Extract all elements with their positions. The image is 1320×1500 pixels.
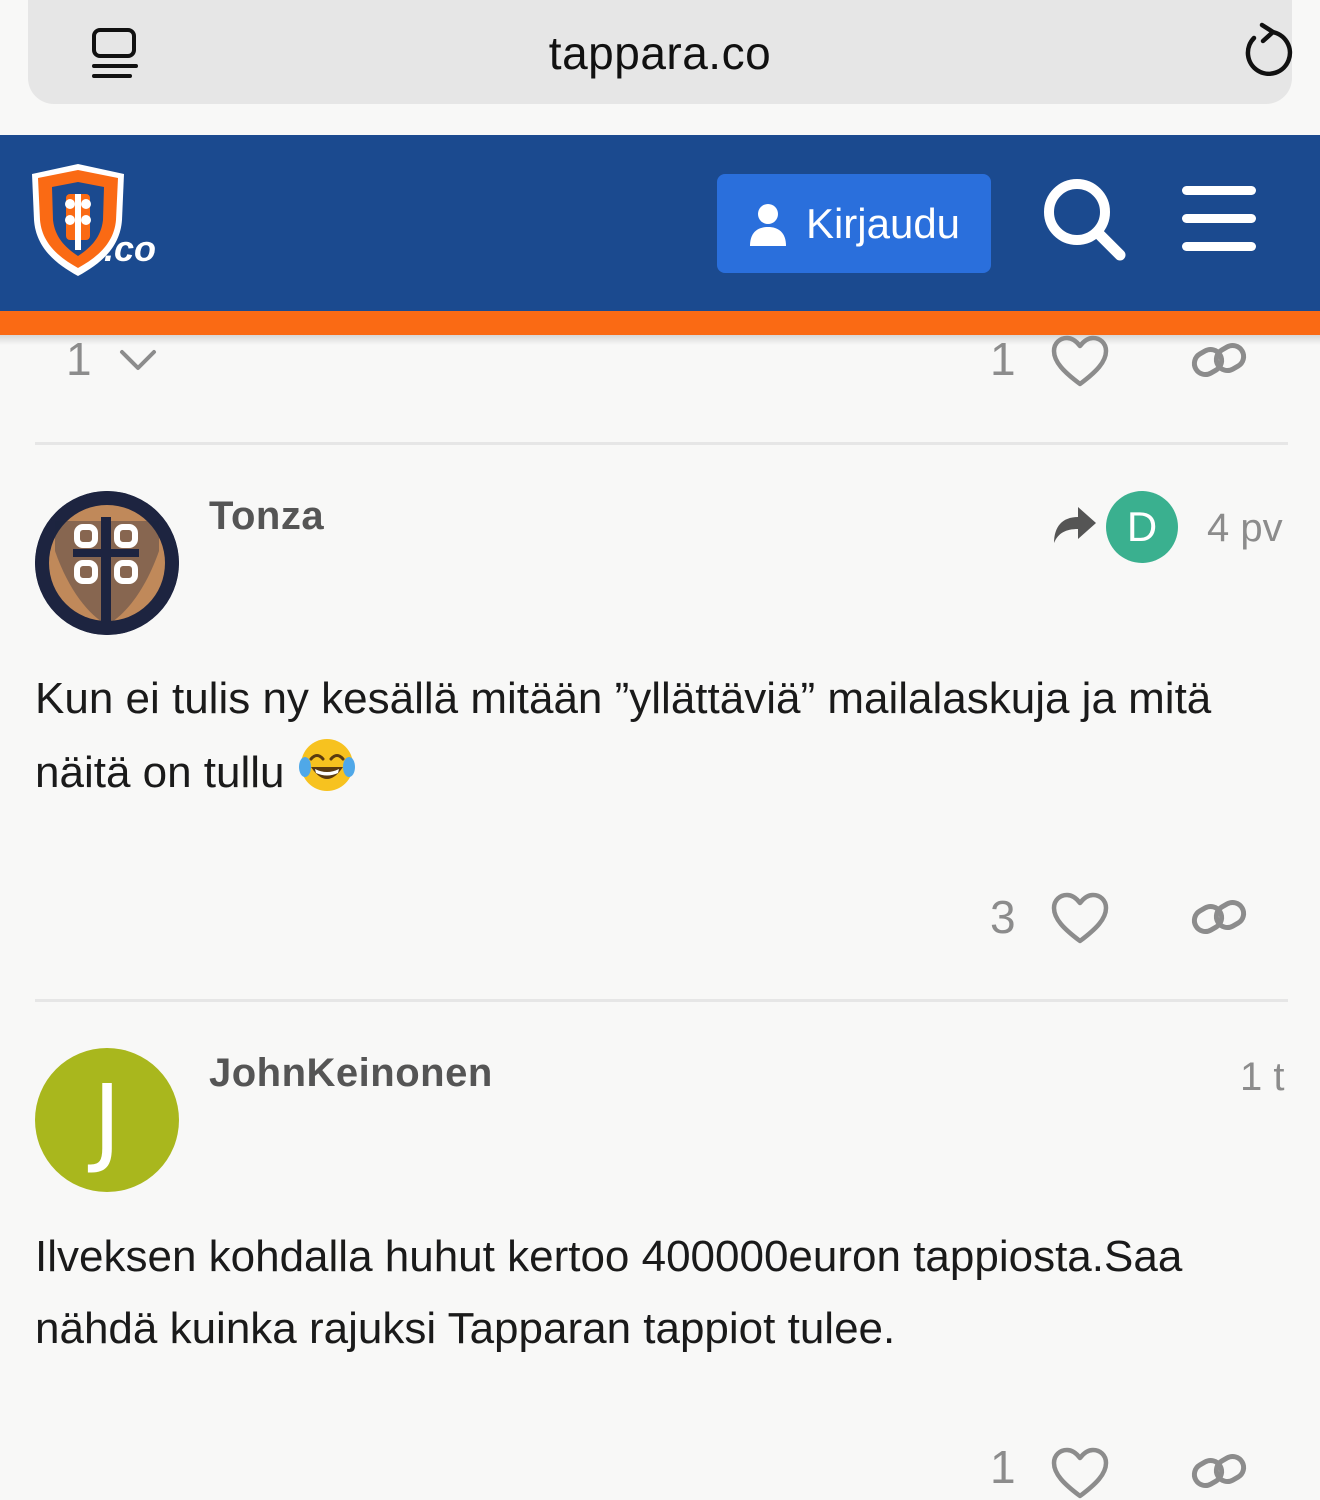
- logo-text: .co: [104, 228, 157, 269]
- chevron-down-icon[interactable]: [118, 348, 158, 372]
- post-body: Ilveksen kohdalla huhut kertoo 400000eur…: [35, 1232, 1183, 1353]
- post-divider: [35, 999, 1288, 1002]
- joy-emoji-icon: [298, 739, 355, 791]
- username[interactable]: Tonza: [209, 494, 324, 539]
- reply-to-arrow-icon[interactable]: [1052, 505, 1098, 545]
- login-label: Kirjaudu: [805, 199, 961, 247]
- link-icon[interactable]: [1190, 337, 1248, 383]
- tappara-avatar-icon: [35, 491, 179, 635]
- address-bar[interactable]: tappara.co: [28, 0, 1294, 104]
- username[interactable]: JohnKeinonen: [209, 1051, 493, 1096]
- site-logo[interactable]: .co: [30, 160, 165, 280]
- likes-count: 1: [990, 1441, 1016, 1493]
- heart-icon[interactable]: [1050, 1446, 1110, 1500]
- reload-icon[interactable]: [1240, 22, 1294, 80]
- login-button[interactable]: Kirjaudu: [717, 174, 991, 273]
- browser-bar: tappara.co: [0, 0, 1320, 135]
- reply-to-avatar[interactable]: D: [1106, 491, 1178, 563]
- link-icon[interactable]: [1190, 894, 1248, 940]
- likes-count: 3: [990, 891, 1016, 943]
- avatar[interactable]: J: [35, 1048, 179, 1192]
- header-shadow: [0, 335, 1320, 345]
- header-accent-stripe: [0, 311, 1320, 335]
- post-date[interactable]: 4 pv: [1207, 506, 1283, 551]
- heart-icon[interactable]: [1050, 334, 1110, 388]
- post-divider: [35, 442, 1288, 445]
- heart-icon[interactable]: [1050, 891, 1110, 945]
- search-icon[interactable]: [1040, 175, 1130, 265]
- post-date[interactable]: 1 t: [1240, 1055, 1284, 1100]
- post-body: Kun ei tulis ny kesällä mitään ”yllättäv…: [35, 663, 1295, 809]
- url-text[interactable]: tappara.co: [28, 26, 1292, 80]
- hamburger-menu-icon[interactable]: [1180, 184, 1258, 254]
- link-icon[interactable]: [1190, 1448, 1248, 1494]
- user-icon: [749, 203, 786, 246]
- avatar[interactable]: [35, 491, 179, 635]
- replies-count[interactable]: 1: [66, 332, 92, 386]
- likes-count: 1: [990, 333, 1016, 385]
- post-text: Kun ei tulis ny kesällä mitään ”yllättäv…: [35, 674, 1212, 797]
